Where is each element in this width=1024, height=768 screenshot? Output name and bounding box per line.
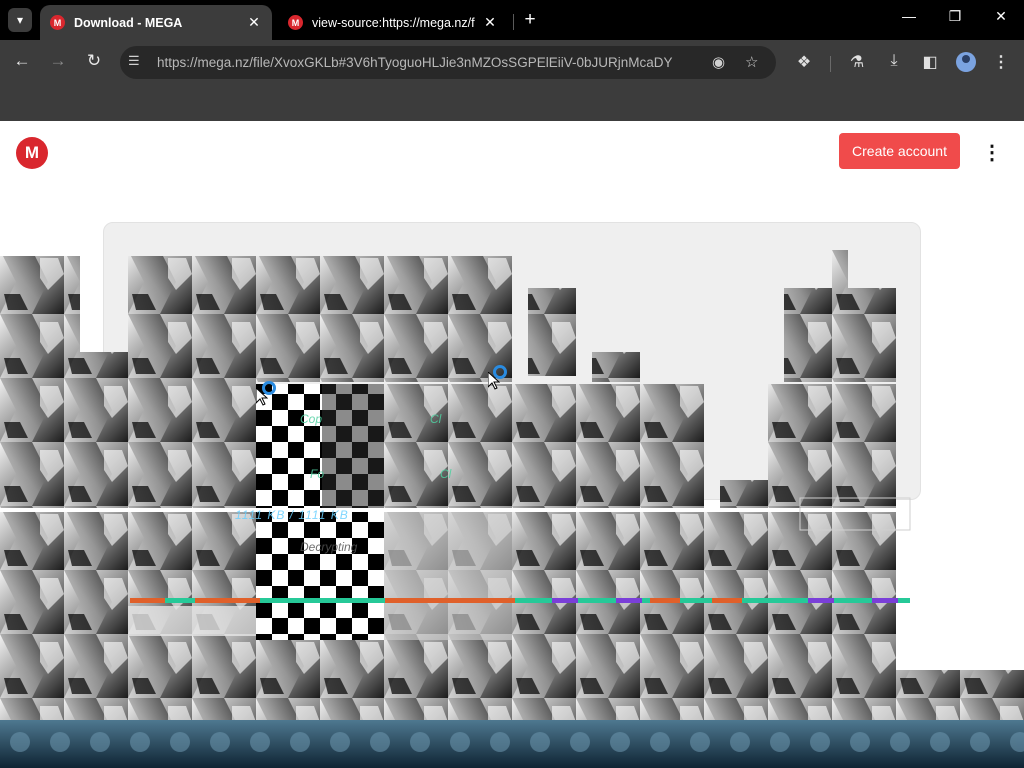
- tab-title: Download - MEGA: [74, 15, 183, 30]
- minimize-button[interactable]: —: [894, 8, 924, 24]
- close-tab-icon[interactable]: ✕: [482, 14, 498, 31]
- bookmarks-bar: [0, 85, 1024, 121]
- glitch-text-fragment: Cl: [440, 467, 452, 481]
- toolbar-separator: [830, 56, 831, 72]
- profile-icon[interactable]: [956, 52, 976, 72]
- side-panel-icon[interactable]: ◧: [919, 52, 941, 72]
- close-window-button[interactable]: ✕: [986, 8, 1016, 25]
- site-info-icon[interactable]: ☰: [128, 53, 140, 69]
- address-bar[interactable]: ☰ https://mega.nz/file/XvoxGKLb#3V6hTyog…: [120, 46, 776, 79]
- menu-icon[interactable]: ⋮: [990, 52, 1012, 72]
- forward-icon[interactable]: →: [47, 51, 69, 71]
- eye-off-icon[interactable]: ◉: [712, 53, 725, 71]
- close-tab-icon[interactable]: ✕: [246, 14, 262, 31]
- browser-toolbar: ← → ↻ ☰ https://mega.nz/file/XvoxGKLb#3V…: [0, 40, 1024, 85]
- reload-icon[interactable]: ↻: [83, 51, 105, 71]
- address-url[interactable]: https://mega.nz/file/XvoxGKLb#3V6hTyoguo…: [157, 55, 697, 70]
- glitch-text-fragment: Cl: [430, 412, 442, 426]
- tab-view-source[interactable]: M view-source:https://mega.nz/f ✕: [278, 5, 508, 40]
- chevron-down-icon: ▾: [16, 13, 24, 27]
- star-icon[interactable]: ☆: [745, 53, 758, 71]
- transfer-size-text: 1111 KB / 1111 KB: [235, 508, 349, 522]
- mega-favicon-icon: M: [50, 15, 65, 30]
- extensions-icon[interactable]: ❖: [793, 52, 815, 72]
- restore-button[interactable]: ❐: [940, 8, 970, 25]
- glitch-text-fragment: Fo: [310, 467, 325, 481]
- labs-icon[interactable]: ⚗: [846, 52, 868, 72]
- mega-favicon-icon: M: [288, 15, 303, 30]
- mega-logo[interactable]: M: [16, 137, 48, 169]
- rendering-artifacts: [0, 250, 1024, 768]
- tab-title: view-source:https://mega.nz/f: [312, 15, 475, 30]
- tab-separator: [513, 14, 514, 30]
- create-account-button[interactable]: Create account: [839, 133, 960, 169]
- tab-bar: ▾ M Download - MEGA ✕ M view-source:http…: [0, 0, 1024, 40]
- tab-download-mega[interactable]: M Download - MEGA ✕: [40, 5, 272, 40]
- decrypting-status-text: Decrypting: [300, 540, 358, 554]
- download-icon[interactable]: ⤓: [883, 52, 905, 70]
- new-tab-button[interactable]: +: [521, 9, 539, 31]
- more-options-button[interactable]: ⋮: [982, 140, 1002, 166]
- glitch-text-fragment: Cop: [300, 412, 323, 426]
- tab-search-button[interactable]: ▾: [8, 8, 32, 32]
- back-icon[interactable]: ←: [11, 51, 33, 71]
